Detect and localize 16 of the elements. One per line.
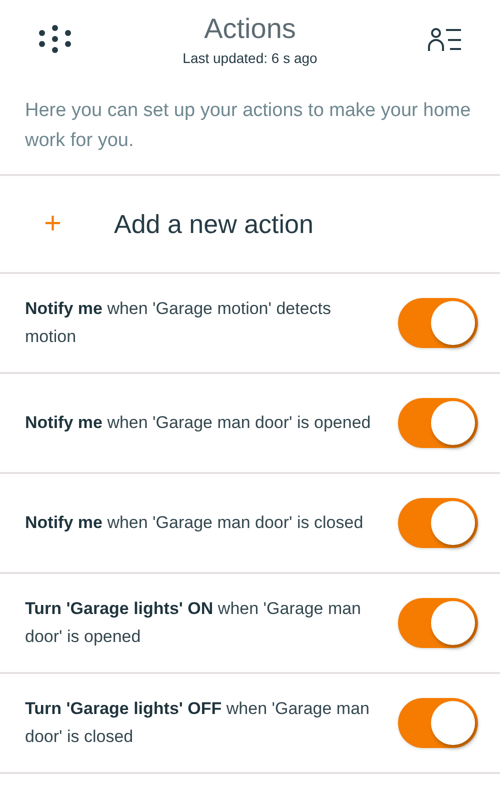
toggle-switch[interactable]	[398, 698, 478, 748]
toggle-switch[interactable]	[398, 398, 478, 448]
intro-text: Here you can set up your actions to make your home work for you.	[0, 80, 500, 176]
action-text: Turn 'Garage lights' OFF when 'Garage man door' is closed	[25, 698, 371, 748]
dots-menu-icon[interactable]	[38, 24, 72, 54]
add-action-button[interactable]: + Add a new action	[0, 176, 500, 274]
last-updated-text: Last updated: 6 s ago	[182, 49, 318, 68]
toggle-switch[interactable]	[398, 498, 478, 548]
action-text: Notify me when 'Garage man door' is closed	[25, 512, 364, 534]
action-text: Notify me when 'Garage man door' is opened	[25, 412, 372, 434]
page-title: Actions	[204, 12, 296, 46]
toggle-switch[interactable]	[398, 298, 478, 348]
action-text: Turn 'Garage lights' ON when 'Garage man door' is opened	[25, 598, 362, 648]
toggle-switch[interactable]	[398, 598, 478, 648]
user-list-icon[interactable]	[428, 28, 462, 52]
action-text: Notify me when 'Garage motion' detects motion	[25, 298, 332, 348]
